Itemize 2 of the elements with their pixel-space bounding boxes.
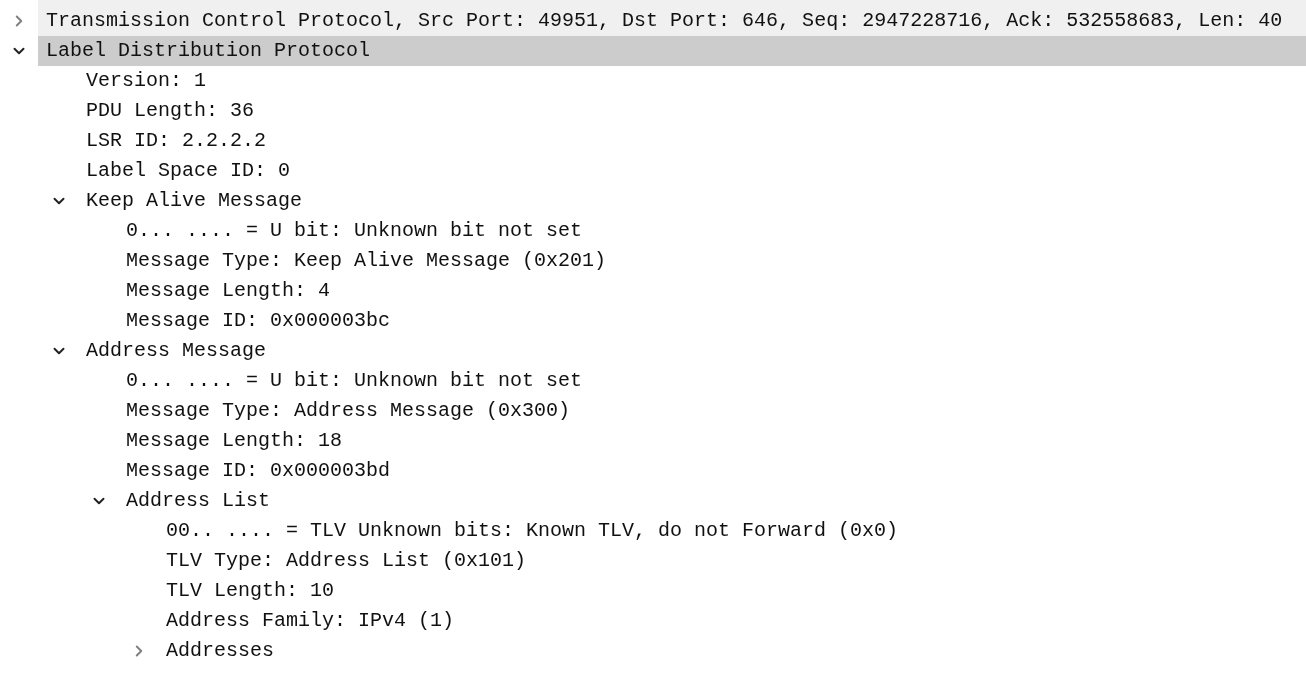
tree-item[interactable]: Transmission Control Protocol, Src Port: 49951, Dst Port: 646, Seq: 2947228716, Ack: 532558683, Len: 40 xyxy=(38,6,1306,36)
tree-item[interactable]: Label Distribution Protocol xyxy=(38,36,1306,66)
